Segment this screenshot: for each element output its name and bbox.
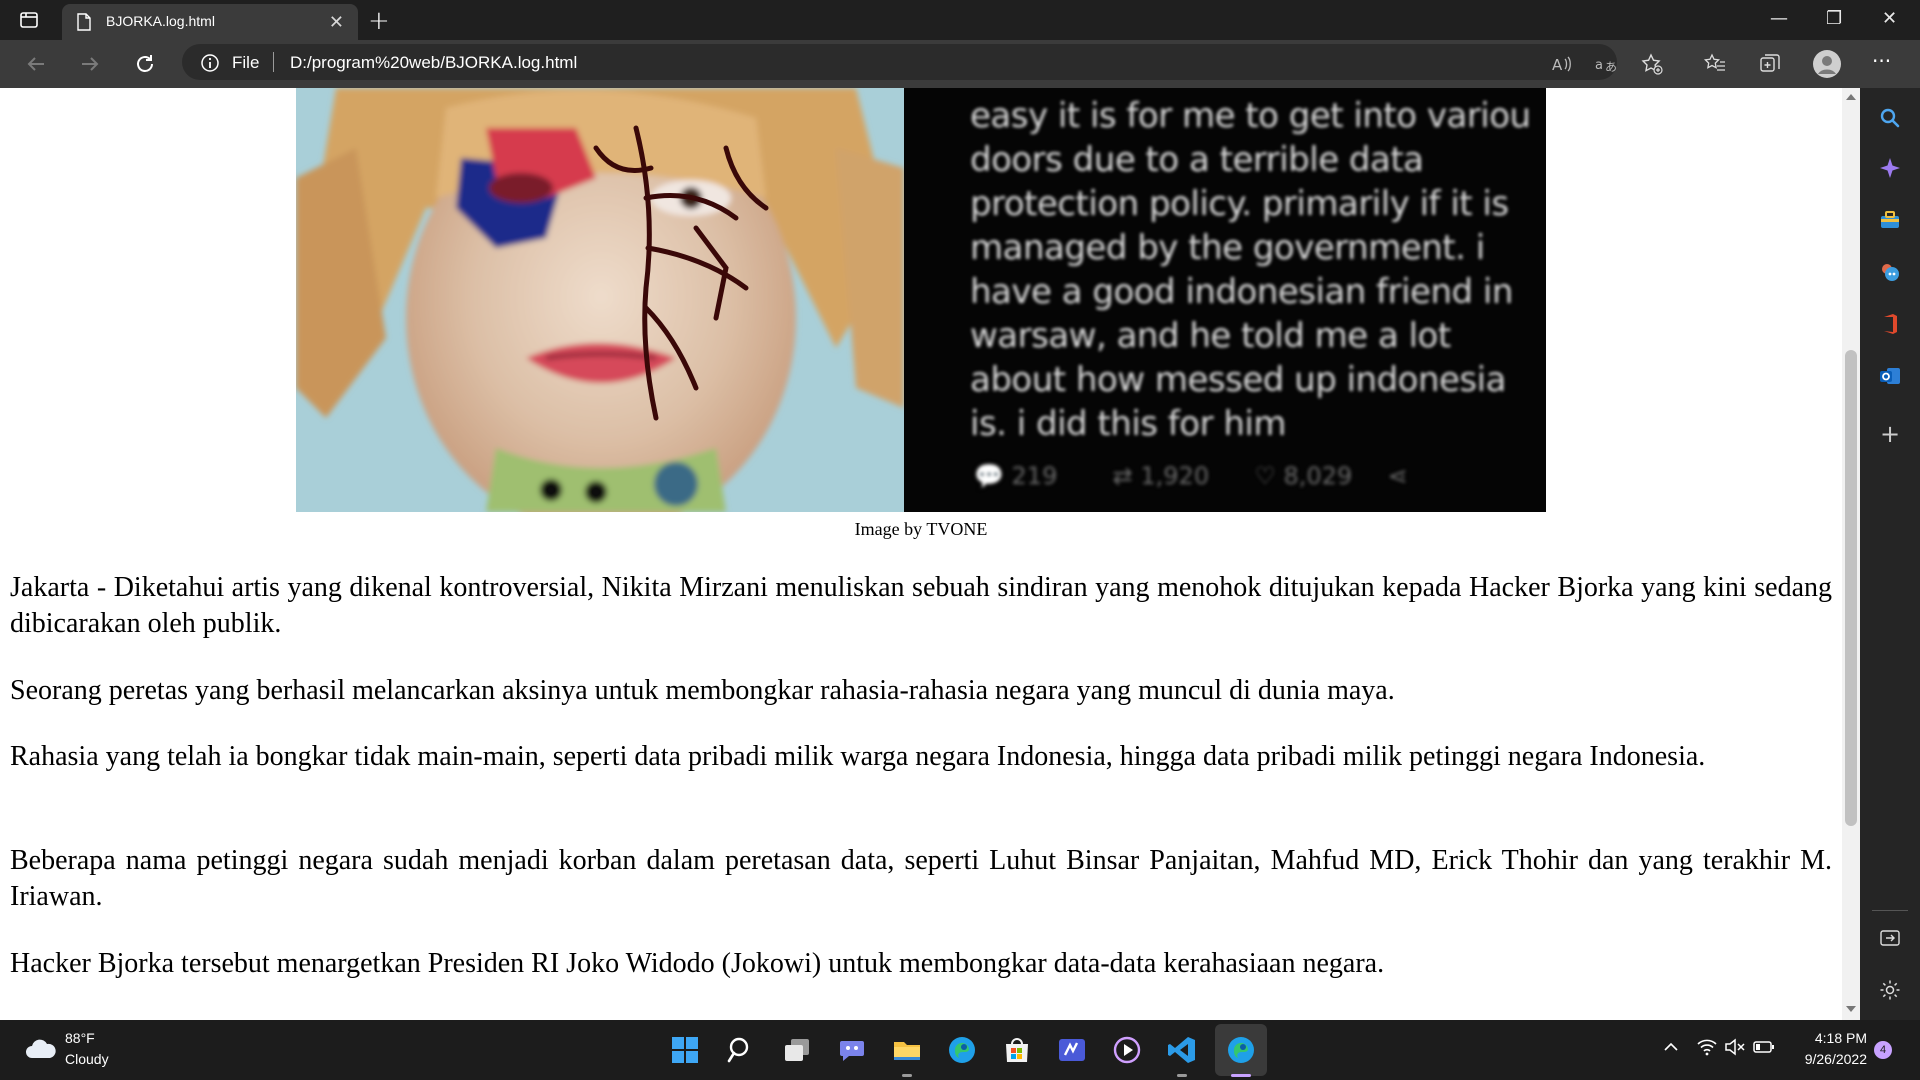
vscode-icon[interactable] [1167, 1035, 1197, 1065]
tools-icon[interactable] [1878, 208, 1902, 232]
edge-icon[interactable] [947, 1035, 977, 1065]
image-caption: Image by TVONE [854, 519, 988, 539]
article-paragraph: Rahasia yang telah ia bongkar tidak main… [10, 741, 1706, 772]
clock-date[interactable]: 9/26/2022 [1795, 1051, 1867, 1067]
tweet-line: is. i did this for him [970, 404, 1286, 444]
task-view-icon[interactable] [782, 1035, 812, 1065]
forward-button[interactable] [76, 50, 104, 78]
svg-text:a: a [1595, 58, 1603, 73]
whiteboard-icon[interactable] [1057, 1035, 1087, 1065]
share-icon: ⋖ [1387, 462, 1408, 490]
taskbar: 88°F Cloudy 4:18 PM 9/26/2022 4 [0, 1020, 1920, 1080]
tweet-line: protection policy. primarily if it is [970, 184, 1509, 224]
minimize-button[interactable]: — [1770, 8, 1788, 29]
file-explorer-icon[interactable] [892, 1035, 922, 1065]
scroll-thumb[interactable] [1845, 350, 1857, 826]
hide-sidebar-icon[interactable] [1878, 926, 1902, 950]
scroll-up-arrow[interactable] [1846, 94, 1856, 100]
tweet-line: have a good indonesian friend in [970, 272, 1513, 312]
tweet-stats: 💬 219 ⇄ 1,920 ♡ 8,029 ⋖ [974, 462, 1408, 490]
media-player-icon[interactable] [1112, 1035, 1142, 1065]
cloud-icon[interactable] [22, 1034, 58, 1068]
tab-title: BJORKA.log.html [106, 13, 215, 29]
tab-actions-icon[interactable] [18, 9, 40, 31]
page-scrollbar[interactable] [1842, 88, 1860, 1020]
svg-text:A: A [1552, 56, 1563, 74]
tweet-screenshot: easy it is for me to get into variou doo… [904, 88, 1546, 512]
bjorka-photo [296, 88, 904, 512]
page-icon [76, 13, 92, 35]
article-paragraph: Seorang peretas yang berhasil melancarka… [10, 675, 1395, 706]
outlook-icon[interactable] [1878, 364, 1902, 388]
tweet-line: managed by the government. i [970, 228, 1485, 268]
reply-count: 219 [1011, 462, 1058, 490]
read-aloud-icon[interactable]: A [1550, 52, 1574, 76]
like-icon: ♡ [1254, 462, 1276, 490]
edge-sidebar: + [1860, 88, 1920, 1020]
battery-icon[interactable] [1752, 1038, 1776, 1060]
restore-button[interactable]: ❐ [1826, 8, 1842, 29]
search-taskbar-icon[interactable] [726, 1035, 756, 1065]
windows-start-icon[interactable] [670, 1035, 700, 1065]
gear-icon[interactable] [1878, 978, 1902, 1002]
tab-close-icon[interactable]: ✕ [329, 12, 344, 33]
clock-time[interactable]: 4:18 PM [1795, 1030, 1867, 1046]
profile-avatar[interactable] [1812, 49, 1842, 79]
browser-toolbar: File D:/program%20web/BJORKA.log.html A … [0, 40, 1920, 88]
notification-badge[interactable]: 4 [1874, 1041, 1892, 1059]
info-icon[interactable] [200, 53, 220, 77]
discover-icon[interactable] [1878, 156, 1902, 180]
address-scheme: File [232, 53, 260, 72]
edge-active-icon[interactable] [1226, 1035, 1256, 1065]
add-sidebar-app-icon[interactable]: + [1878, 422, 1902, 446]
sidebar-divider [1872, 910, 1908, 911]
retweet-count: 1,920 [1140, 462, 1210, 490]
volume-muted-icon[interactable] [1724, 1038, 1746, 1060]
article-image: easy it is for me to get into variou doo… [296, 88, 1546, 512]
games-icon[interactable] [1878, 260, 1902, 284]
translate-icon[interactable]: aあ [1594, 52, 1618, 76]
address-bar[interactable]: File D:/program%20web/BJORKA.log.html [182, 44, 1617, 80]
page-content: easy it is for me to get into variou doo… [0, 88, 1842, 1020]
weather-temperature[interactable]: 88°F [65, 1030, 95, 1046]
retweet-icon: ⇄ [1112, 462, 1133, 490]
refresh-button[interactable] [131, 50, 159, 78]
wifi-icon[interactable] [1696, 1038, 1718, 1060]
tweet-line: easy it is for me to get into variou [970, 96, 1531, 136]
collections-icon[interactable] [1758, 52, 1782, 76]
title-bar: BJORKA.log.html ✕ + — ❐ ✕ [0, 0, 1920, 40]
office-icon[interactable] [1878, 312, 1902, 336]
running-indicator [1177, 1074, 1187, 1077]
tweet-line: about how messed up indonesia [970, 360, 1506, 400]
search-icon[interactable] [1878, 106, 1902, 130]
tweet-line: warsaw, and he told me a lot [970, 316, 1451, 356]
scroll-down-arrow[interactable] [1846, 1006, 1856, 1012]
microsoft-store-icon[interactable] [1002, 1035, 1032, 1065]
weather-condition[interactable]: Cloudy [65, 1051, 109, 1067]
chevron-up-icon[interactable] [1662, 1038, 1680, 1060]
close-window-button[interactable]: ✕ [1882, 8, 1897, 29]
favorites-icon[interactable] [1703, 52, 1727, 76]
svg-text:あ: あ [1605, 60, 1617, 74]
running-indicator [902, 1074, 912, 1077]
like-count: 8,029 [1283, 462, 1353, 490]
article-paragraph: Hacker Bjorka tersebut menargetkan Presi… [10, 948, 1385, 979]
article-paragraph: Jakarta - Diketahui artis yang dikenal k… [10, 572, 1832, 639]
add-favorite-icon[interactable] [1640, 52, 1664, 76]
teams-chat-icon[interactable] [837, 1035, 867, 1065]
active-indicator [1231, 1074, 1251, 1077]
back-button[interactable] [22, 50, 50, 78]
article-paragraph: Beberapa nama petinggi negara sudah menj… [10, 845, 1832, 912]
more-options-icon[interactable]: ··· [1872, 51, 1896, 76]
address-url[interactable]: D:/program%20web/BJORKA.log.html [290, 53, 577, 73]
tweet-line: doors due to a terrible data [970, 140, 1424, 180]
new-tab-button[interactable]: + [368, 6, 390, 36]
address-separator [273, 52, 274, 72]
tab-active[interactable]: BJORKA.log.html ✕ [62, 4, 358, 40]
reply-icon: 💬 [974, 462, 1004, 490]
